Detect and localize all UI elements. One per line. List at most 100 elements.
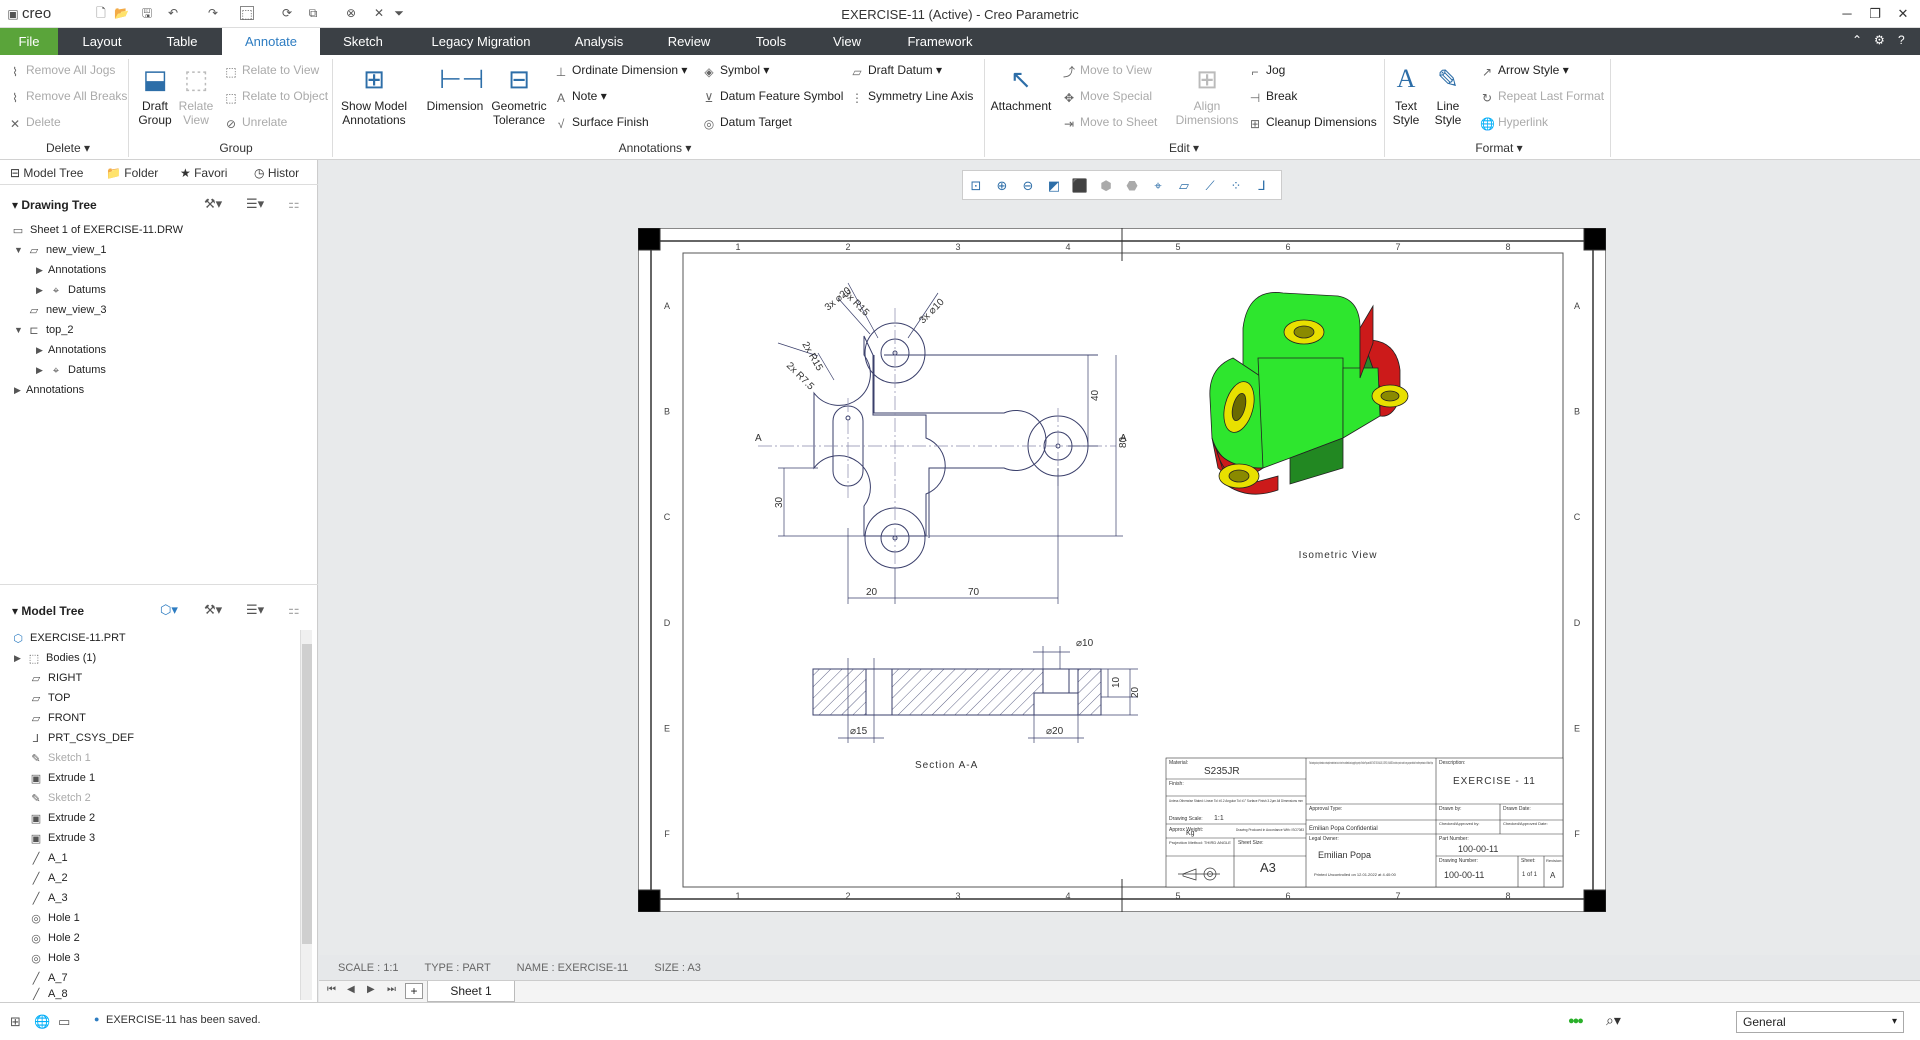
drawing-sheet[interactable]: 1122334455667788AABBCCDDEEFF 3x R15 3x ⌀… xyxy=(638,228,1606,912)
minimize-button[interactable]: ─ xyxy=(1834,4,1860,24)
tab-layout[interactable]: Layout xyxy=(70,28,134,55)
tab-analysis[interactable]: Analysis xyxy=(562,28,636,55)
first-sheet-icon[interactable]: ⏮ xyxy=(327,984,336,995)
arrow-style-button[interactable]: ↗ Arrow Style ▾ xyxy=(1480,63,1569,79)
tab-folder[interactable]: 📁 Folder xyxy=(106,166,158,180)
tree-node-axis[interactable]: ╱ A_1 xyxy=(28,850,68,866)
last-sheet-icon[interactable]: ⏭ xyxy=(387,984,396,995)
tree-node-hole[interactable]: ◎ Hole 3 xyxy=(28,950,80,966)
tree-node-axis[interactable]: ╱ A_3 xyxy=(28,890,68,906)
unrelate-button[interactable]: ⊘ Unrelate xyxy=(224,115,287,131)
tab-review[interactable]: Review xyxy=(652,28,726,55)
shading-icon[interactable]: ⬢ xyxy=(1097,177,1115,195)
tab-tools[interactable]: Tools xyxy=(734,28,808,55)
tree-node-part[interactable]: ⬡ EXERCISE-11.PRT xyxy=(10,630,125,646)
hyperlink-button[interactable]: 🌐 Hyperlink xyxy=(1480,115,1548,131)
datum-feature-symbol-button[interactable]: ⊻ Datum Feature Symbol xyxy=(702,89,844,105)
tree-node-extrude[interactable]: ▣ Extrude 1 xyxy=(28,770,95,786)
tree-node-axis[interactable]: ╱ A_8 xyxy=(28,986,68,1000)
align-dimensions-button[interactable]: ⊞ Align Dimensions xyxy=(1170,63,1244,127)
fullscreen-icon[interactable]: ▭ xyxy=(58,1014,70,1030)
tab-framework[interactable]: Framework xyxy=(898,28,982,55)
filter-icon[interactable]: ⚏ xyxy=(288,196,300,212)
delete-group-label[interactable]: Delete ▾ xyxy=(40,141,96,155)
draft-datum-button[interactable]: ▱ Draft Datum ▾ xyxy=(850,63,942,79)
text-style-button[interactable]: A Text Style xyxy=(1390,63,1422,127)
tree-node-annotations[interactable]: ▶ Annotations xyxy=(14,382,84,398)
tree-node-plane[interactable]: ▱ FRONT xyxy=(28,710,86,726)
prev-sheet-icon[interactable]: ◀ xyxy=(347,984,355,995)
top-view[interactable] xyxy=(813,322,1089,569)
line-style-button[interactable]: ✎ Line Style xyxy=(1430,63,1466,127)
tree-node-extrude[interactable]: ▣ Extrude 3 xyxy=(28,830,95,846)
tree-node-hole[interactable]: ◎ Hole 2 xyxy=(28,930,80,946)
tree-node-axis[interactable]: ╱ A_2 xyxy=(28,870,68,886)
model-tree-header[interactable]: ▾ Model Tree xyxy=(12,604,84,618)
tree-node-hole[interactable]: ◎ Hole 1 xyxy=(28,910,80,926)
remove-all-breaks-button[interactable]: ⌇ Remove All Breaks xyxy=(8,89,127,105)
find-icon[interactable]: ⌕▾ xyxy=(1606,1012,1621,1029)
browser-toggle-icon[interactable]: 🌐 xyxy=(34,1014,50,1030)
break-button[interactable]: ⊣ Break xyxy=(1248,89,1298,105)
regen-status-icon[interactable]: ●●● xyxy=(1568,1015,1584,1027)
draft-group-button[interactable]: ⬓ Draft Group xyxy=(134,63,176,127)
delete-button[interactable]: ✕ Delete xyxy=(8,115,61,131)
tab-history[interactable]: ◷ Histor xyxy=(254,166,299,180)
format-group-label[interactable]: Format ▾ xyxy=(1466,141,1532,155)
tab-file[interactable]: File xyxy=(0,28,58,55)
tree-node-sketch[interactable]: ✎ Sketch 2 xyxy=(28,790,90,806)
close-button[interactable]: ✕ xyxy=(1890,4,1916,24)
edit-group-label[interactable]: Edit ▾ xyxy=(1156,141,1212,155)
tree-node-annotations[interactable]: ▶ Annotations xyxy=(36,342,106,358)
csys-display-icon[interactable]: ⅃ xyxy=(1253,177,1271,195)
ribbon-options-icon[interactable]: ⚙ xyxy=(1874,33,1885,47)
tab-view[interactable]: View xyxy=(810,28,884,55)
settings-icon[interactable]: ⚒▾ xyxy=(204,602,222,618)
tree-node-plane[interactable]: ▱ TOP xyxy=(28,690,71,706)
maximize-button[interactable]: ❐ xyxy=(1862,4,1888,24)
add-sheet-button[interactable]: + xyxy=(405,983,423,999)
relate-view-button[interactable]: ⬚ Relate View xyxy=(176,63,216,127)
display-style-icon[interactable]: ⬛ xyxy=(1071,177,1089,195)
tree-node-axis[interactable]: ╱ A_7 xyxy=(28,970,68,986)
remove-all-jogs-button[interactable]: ⌇ Remove All Jogs xyxy=(8,63,115,79)
saved-views-icon[interactable]: ⬣ xyxy=(1123,177,1141,195)
help-icon[interactable]: ? xyxy=(1898,33,1905,47)
settings-icon[interactable]: ⚒▾ xyxy=(204,196,222,212)
tab-annotate[interactable]: Annotate xyxy=(222,28,320,55)
tree-node-extrude[interactable]: ▣ Extrude 2 xyxy=(28,810,95,826)
tree-node-sheet[interactable]: ▭ Sheet 1 of EXERCISE-11.DRW xyxy=(10,222,183,238)
drawing-tree-header[interactable]: ▾ Drawing Tree xyxy=(12,198,97,212)
attachment-button[interactable]: ↖ Attachment xyxy=(990,63,1052,113)
note-button[interactable]: A Note ▾ xyxy=(554,89,607,105)
plane-display-icon[interactable]: ▱ xyxy=(1175,177,1193,195)
axis-display-icon[interactable]: ⟋ xyxy=(1201,177,1219,195)
datum-display-icon[interactable]: ⌖ xyxy=(1149,177,1167,195)
show-icon[interactable]: ☰▾ xyxy=(246,602,264,618)
tree-node-annotations[interactable]: ▶ Annotations xyxy=(36,262,106,278)
tree-node-view[interactable]: ▼ ▱ new_view_1 xyxy=(14,242,107,258)
show-model-annotations-button[interactable]: ⊞ Show Model Annotations xyxy=(338,63,410,127)
selection-filter-dropdown[interactable]: General ▾ xyxy=(1736,1011,1904,1033)
tab-legacy-migration[interactable]: Legacy Migration xyxy=(416,28,546,55)
navigator-toggle-icon[interactable]: ⊞ xyxy=(10,1014,21,1030)
ordinate-dimension-button[interactable]: ⊥ Ordinate Dimension ▾ xyxy=(554,63,688,79)
show-icon[interactable]: ☰▾ xyxy=(246,196,264,212)
tree-node-datums[interactable]: ▶ ⌖ Datums xyxy=(36,362,106,378)
cleanup-dimensions-button[interactable]: ⊞ Cleanup Dimensions xyxy=(1248,115,1377,131)
tree-node-view[interactable]: ▱ new_view_3 xyxy=(26,302,107,318)
tab-model-tree[interactable]: ⊟ Model Tree xyxy=(10,166,83,180)
refit-icon[interactable]: ⊡ xyxy=(967,177,985,195)
repaint-icon[interactable]: ◩ xyxy=(1045,177,1063,195)
isometric-view[interactable] xyxy=(1209,292,1409,495)
repeat-last-format-button[interactable]: ↻ Repeat Last Format xyxy=(1480,89,1604,105)
tree-node-plane[interactable]: ▱ RIGHT xyxy=(28,670,82,686)
tree-node-sketch[interactable]: ✎ Sketch 1 xyxy=(28,750,90,766)
tab-table[interactable]: Table xyxy=(150,28,214,55)
filter-icon[interactable]: ⚏ xyxy=(288,602,300,618)
part-icon[interactable]: ⬡▾ xyxy=(160,602,178,618)
sheet-tab[interactable]: Sheet 1 xyxy=(427,981,515,1002)
tree-node-datums[interactable]: ▶ ⌖ Datums xyxy=(36,282,106,298)
scrollbar-thumb[interactable] xyxy=(302,644,312,944)
point-display-icon[interactable]: ⁘ xyxy=(1227,177,1245,195)
